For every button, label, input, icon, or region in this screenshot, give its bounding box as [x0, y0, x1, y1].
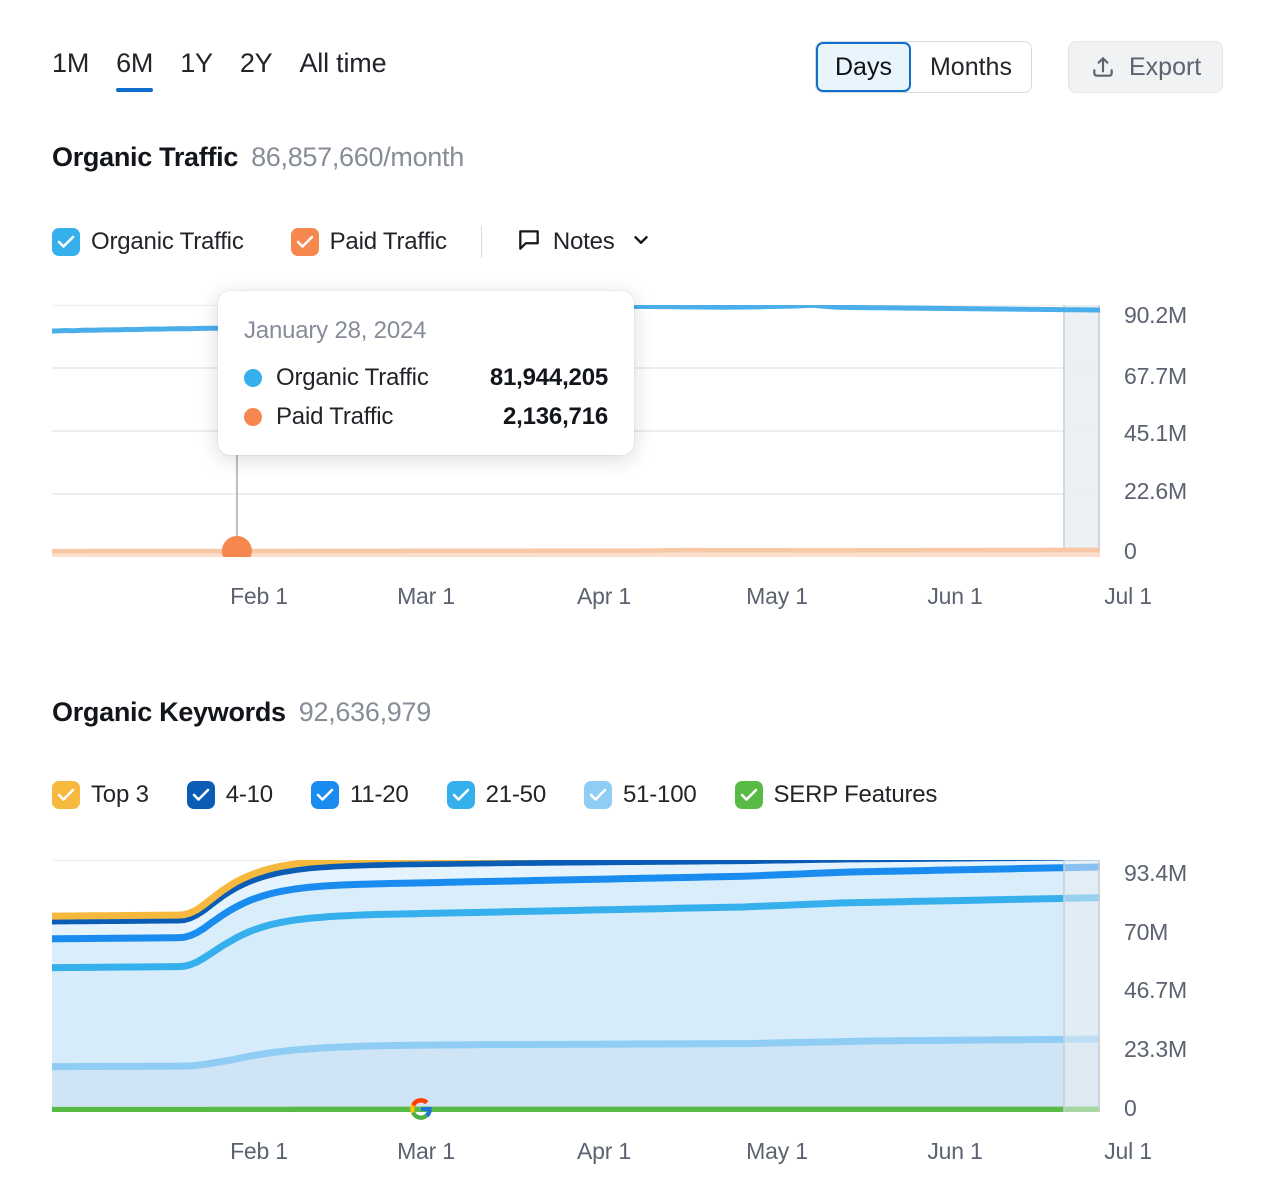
organic-keywords-header: Organic Keywords 92,636,979 — [52, 697, 431, 728]
tooltip-row-paid: Paid Traffic 2,136,716 — [244, 403, 608, 431]
legend-item-organic-traffic[interactable]: Organic Traffic — [52, 228, 244, 256]
checkbox-paid-traffic[interactable] — [290, 228, 319, 256]
organic-traffic-header: Organic Traffic 86,857,660/month — [52, 142, 464, 173]
checkbox-11-20[interactable] — [310, 781, 339, 809]
chart-toolbar: 1M 6M 1Y 2Y All time Days Months Export — [0, 0, 1274, 110]
legend-label-11-20: 11-20 — [349, 781, 409, 808]
checkbox-top-3[interactable] — [52, 781, 80, 809]
x-tick: Apr 1 — [577, 583, 631, 609]
checkbox-serp-features[interactable] — [734, 781, 763, 809]
range-tab-1y[interactable]: 1Y — [180, 46, 213, 92]
time-range-tabs: 1M 6M 1Y 2Y All time — [52, 46, 387, 92]
x-tick: Jun 1 — [927, 583, 983, 609]
range-tab-label: All time — [299, 48, 387, 78]
y-tick: 90.2M — [1124, 302, 1187, 328]
legend-item-paid-traffic[interactable]: Paid Traffic — [290, 228, 447, 256]
legend-item-4-10[interactable]: 4-10 — [186, 781, 273, 809]
y-tick: 22.6M — [1124, 478, 1187, 504]
range-tab-label: 1M — [52, 48, 90, 78]
legend-label-organic-traffic: Organic Traffic — [91, 228, 244, 255]
x-tick: Jul 1 — [1104, 1138, 1152, 1164]
checkbox-organic-traffic[interactable] — [52, 228, 80, 256]
legend-label-4-10: 4-10 — [225, 781, 273, 808]
x-tick: Jul 1 — [1104, 583, 1152, 609]
tooltip-label-organic: Organic Traffic — [276, 364, 429, 391]
y-tick: 0 — [1124, 1095, 1137, 1121]
range-tab-1m[interactable]: 1M — [52, 46, 89, 92]
organic-keywords-chart[interactable] — [52, 860, 1100, 1112]
checkbox-21-50[interactable] — [446, 781, 475, 809]
legend-item-21-50[interactable]: 21-50 — [446, 781, 547, 809]
checkbox-4-10[interactable] — [186, 781, 215, 809]
x-tick: May 1 — [746, 1138, 808, 1164]
legend-item-serp-features[interactable]: SERP Features — [734, 781, 938, 809]
y-tick: 46.7M — [1124, 977, 1187, 1003]
x-tick: May 1 — [746, 583, 808, 609]
x-tick: Mar 1 — [397, 583, 455, 609]
tooltip-date: January 28, 2024 — [244, 317, 427, 344]
export-button[interactable]: Export — [1068, 41, 1224, 93]
organic-traffic-legend: Organic Traffic Paid Traffic Notes — [52, 226, 652, 258]
granularity-days-button[interactable]: Days — [816, 42, 911, 92]
range-tab-2y[interactable]: 2Y — [240, 46, 273, 92]
export-label: Export — [1129, 52, 1202, 81]
checkbox-51-100[interactable] — [583, 781, 612, 809]
google-g-icon[interactable] — [408, 1096, 434, 1122]
tooltip-label-paid: Paid Traffic — [276, 403, 394, 430]
tooltip-dot-organic — [244, 369, 262, 387]
legend-divider — [480, 226, 482, 258]
granularity-months-button[interactable]: Months — [910, 42, 1031, 92]
range-tab-label: 1Y — [180, 48, 213, 78]
note-bubble-icon — [516, 227, 542, 258]
legend-item-top-3[interactable]: Top 3 — [52, 781, 149, 809]
range-tab-all-time[interactable]: All time — [299, 46, 386, 92]
range-tab-6m[interactable]: 6M — [116, 46, 153, 92]
y-tick: 70M — [1124, 919, 1169, 945]
legend-item-51-100[interactable]: 51-100 — [583, 781, 697, 809]
organic-keywords-value: 92,636,979 — [298, 697, 431, 727]
x-tick: Feb 1 — [230, 583, 288, 609]
x-tick: Apr 1 — [577, 1138, 631, 1164]
organic-traffic-value: 86,857,660/month — [251, 142, 464, 172]
legend-item-11-20[interactable]: 11-20 — [310, 781, 409, 809]
chevron-down-icon — [630, 229, 652, 256]
y-tick: 0 — [1124, 538, 1137, 564]
legend-label-21-50: 21-50 — [485, 781, 547, 808]
legend-label-paid-traffic: Paid Traffic — [329, 228, 447, 255]
x-tick: Feb 1 — [230, 1138, 288, 1164]
y-tick: 23.3M — [1124, 1036, 1187, 1062]
organic-keywords-legend: Top 3 4-10 11-20 21-50 51-100 SERP Featu… — [52, 781, 937, 809]
upload-icon — [1090, 54, 1116, 80]
legend-label-top-3: Top 3 — [91, 781, 149, 808]
notes-dropdown[interactable]: Notes — [516, 227, 652, 258]
legend-label-serp-features: SERP Features — [773, 781, 938, 808]
y-tick: 93.4M — [1124, 860, 1187, 886]
organic-keywords-title: Organic Keywords — [52, 697, 286, 727]
notes-label: Notes — [552, 228, 615, 255]
organic-traffic-title: Organic Traffic — [52, 142, 239, 172]
y-tick: 67.7M — [1124, 363, 1187, 389]
chart-tooltip: January 28, 2024 Organic Traffic 81,944,… — [218, 291, 634, 455]
range-tab-label: 6M — [116, 48, 154, 78]
x-tick: Mar 1 — [397, 1138, 455, 1164]
y-tick: 45.1M — [1124, 420, 1187, 446]
tooltip-row-organic: Organic Traffic 81,944,205 — [244, 364, 608, 392]
range-tab-label: 2Y — [239, 48, 273, 78]
tooltip-value-organic: 81,944,205 — [489, 364, 608, 391]
tooltip-value-paid: 2,136,716 — [503, 403, 608, 430]
granularity-toggle: Days Months — [815, 41, 1032, 93]
tooltip-dot-paid — [244, 408, 262, 426]
legend-label-51-100: 51-100 — [622, 781, 697, 808]
x-tick: Jun 1 — [927, 1138, 983, 1164]
